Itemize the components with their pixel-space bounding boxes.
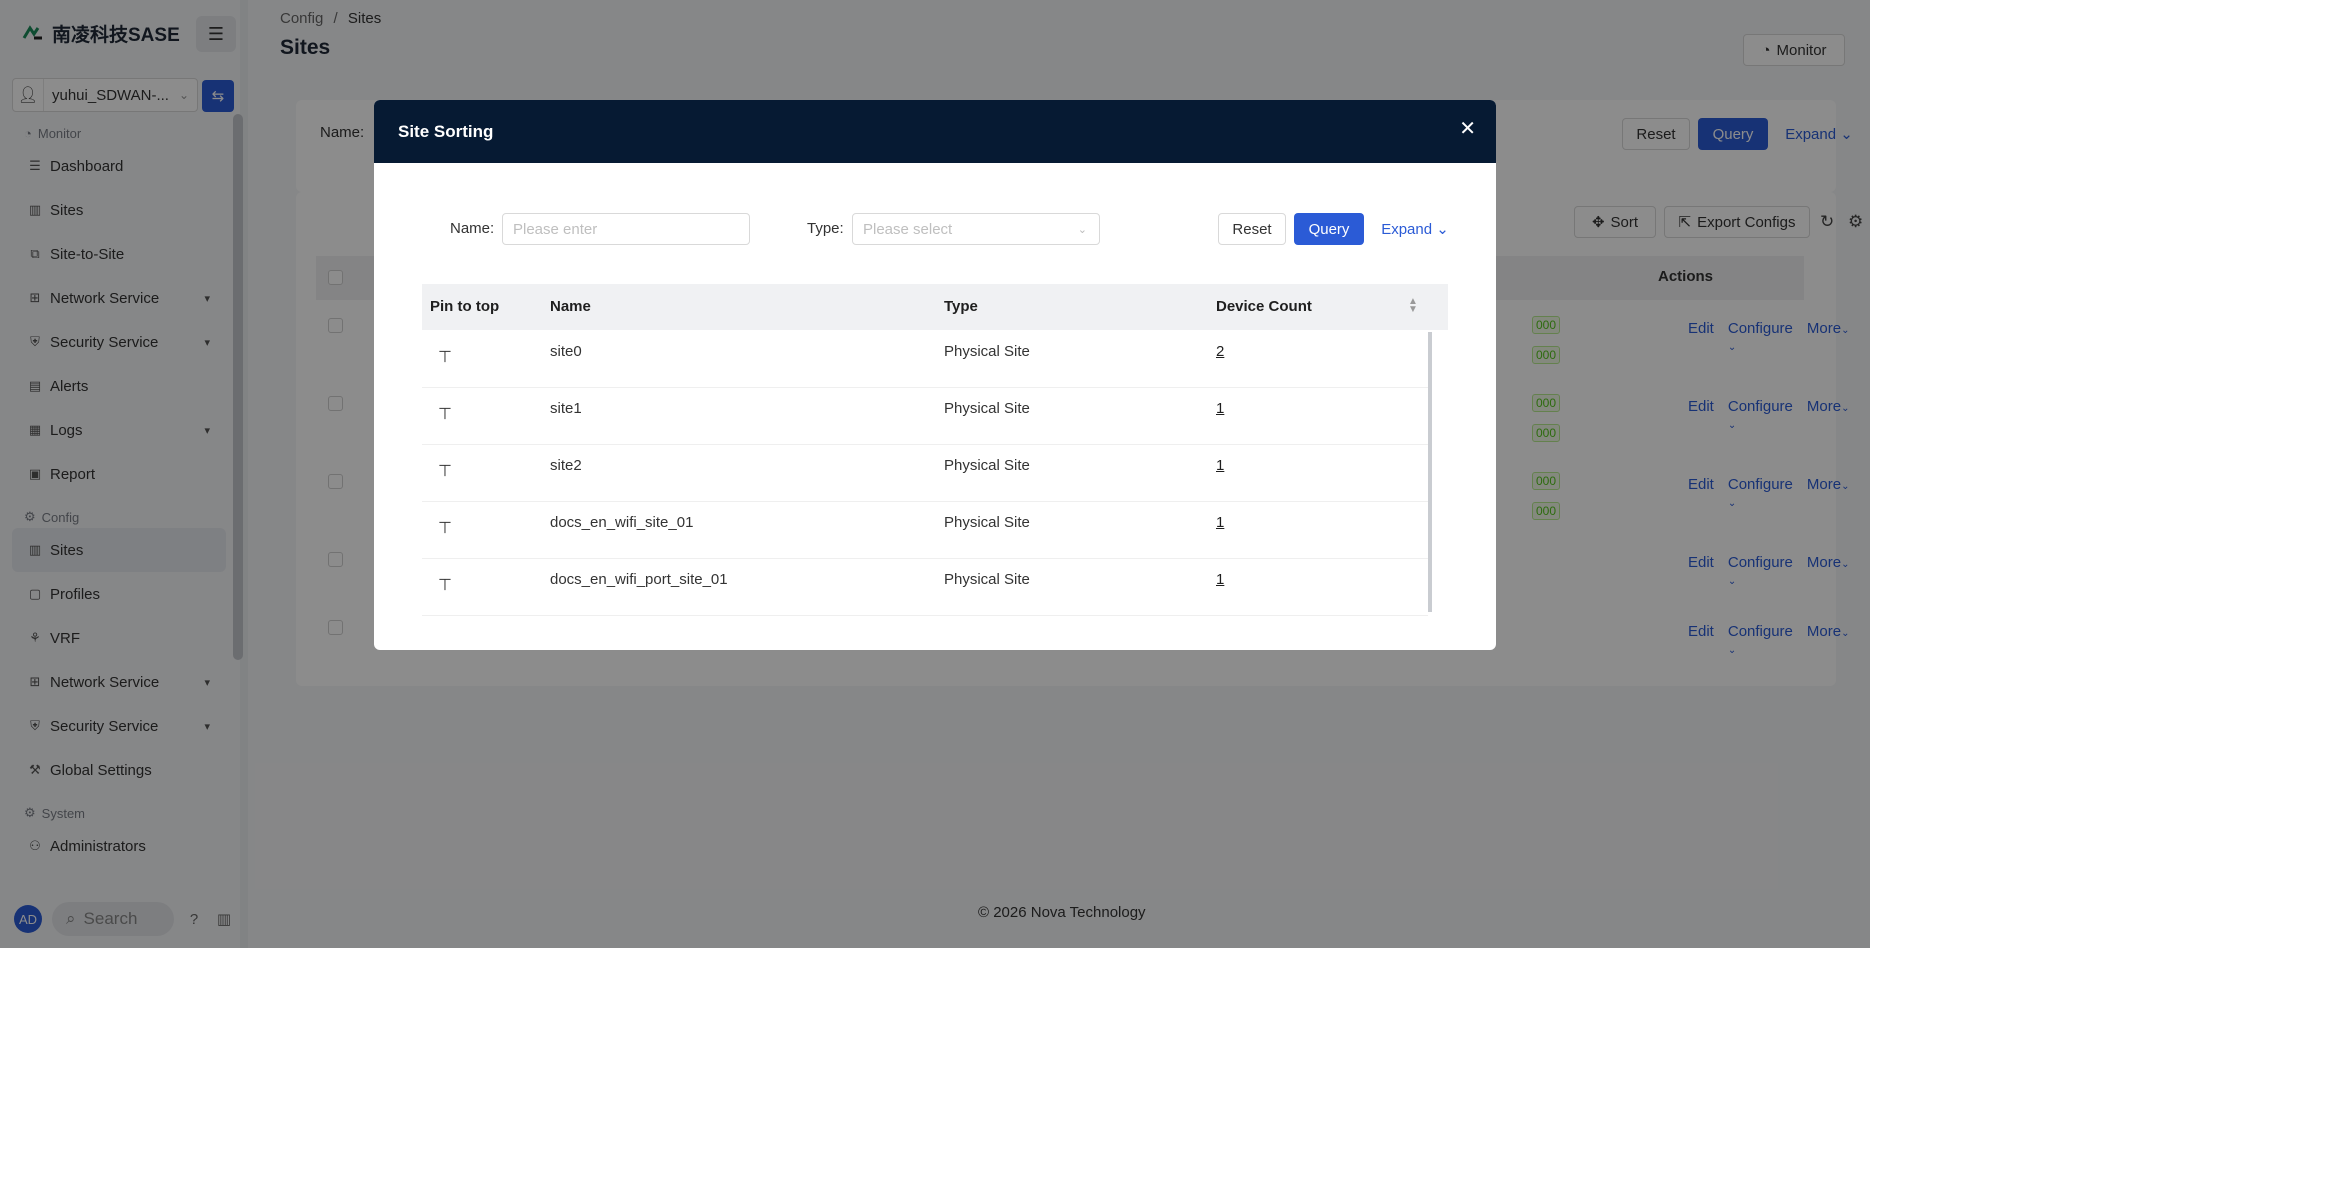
sorting-table-scrollbar[interactable] [1428, 332, 1432, 612]
site-name: docs_en_wifi_site_01 [550, 514, 694, 531]
device-count-link[interactable]: 1 [1216, 514, 1224, 531]
type-column-header: Type [944, 298, 978, 315]
site-name: site1 [550, 400, 582, 417]
modal-name-label: Name: [450, 220, 495, 237]
sort-icon[interactable]: ▲ ▼ [1408, 297, 1418, 315]
device-count-link[interactable]: 1 [1216, 571, 1224, 588]
modal-query-button[interactable]: Query [1294, 213, 1364, 245]
pin-to-top-icon[interactable]: ⊤ [438, 461, 452, 481]
site-type: Physical Site [944, 457, 1030, 474]
device-count-column-header: Device Count [1216, 298, 1312, 315]
chevron-down-icon: ⌄ [1436, 221, 1449, 238]
site-name: site0 [550, 343, 582, 360]
pin-column-header: Pin to top [430, 298, 500, 315]
device-count-link[interactable]: 2 [1216, 343, 1224, 360]
table-row: ⊤ docs_en_wifi_port_site_01 Physical Sit… [422, 559, 1428, 616]
site-type: Physical Site [944, 571, 1030, 588]
modal-type-label: Type: [807, 220, 844, 237]
site-sorting-modal: Site Sorting ✕ Name: Please enter Type: … [374, 100, 1496, 650]
site-name: site2 [550, 457, 582, 474]
pin-to-top-icon[interactable]: ⊤ [438, 518, 452, 538]
site-name: docs_en_wifi_port_site_01 [550, 571, 728, 588]
pin-to-top-icon[interactable]: ⊤ [438, 404, 452, 424]
site-type: Physical Site [944, 343, 1030, 360]
modal-type-select[interactable]: Please select ⌄ [852, 213, 1100, 245]
close-icon[interactable]: ✕ [1459, 116, 1476, 141]
device-count-link[interactable]: 1 [1216, 400, 1224, 417]
app-viewport: 南凌科技SASE ☰ 👤︎ yuhui_SDWAN-... ⌄ ⇆ ◔ Monit… [0, 0, 1870, 948]
table-row: ⊤ site0 Physical Site 2 [422, 331, 1428, 388]
chevron-down-icon: ⌄ [1077, 223, 1087, 236]
name-column-header: Name [550, 298, 591, 315]
modal-header: Site Sorting ✕ [374, 100, 1496, 163]
pin-to-top-icon[interactable]: ⊤ [438, 347, 452, 367]
sorting-table-header: Pin to top Name Type Device Count ▲ ▼ [422, 284, 1448, 330]
modal-title: Site Sorting [398, 121, 494, 141]
site-type: Physical Site [944, 400, 1030, 417]
table-row: ⊤ site2 Physical Site 1 [422, 445, 1428, 502]
site-type: Physical Site [944, 514, 1030, 531]
device-count-link[interactable]: 1 [1216, 457, 1224, 474]
table-row: ⊤ site1 Physical Site 1 [422, 388, 1428, 445]
modal-reset-button[interactable]: Reset [1218, 213, 1286, 245]
pin-to-top-icon[interactable]: ⊤ [438, 575, 452, 595]
table-row: ⊤ docs_en_wifi_site_01 Physical Site 1 [422, 502, 1428, 559]
modal-expand-button[interactable]: Expand ⌄ [1378, 213, 1452, 245]
modal-name-input[interactable]: Please enter [502, 213, 750, 245]
